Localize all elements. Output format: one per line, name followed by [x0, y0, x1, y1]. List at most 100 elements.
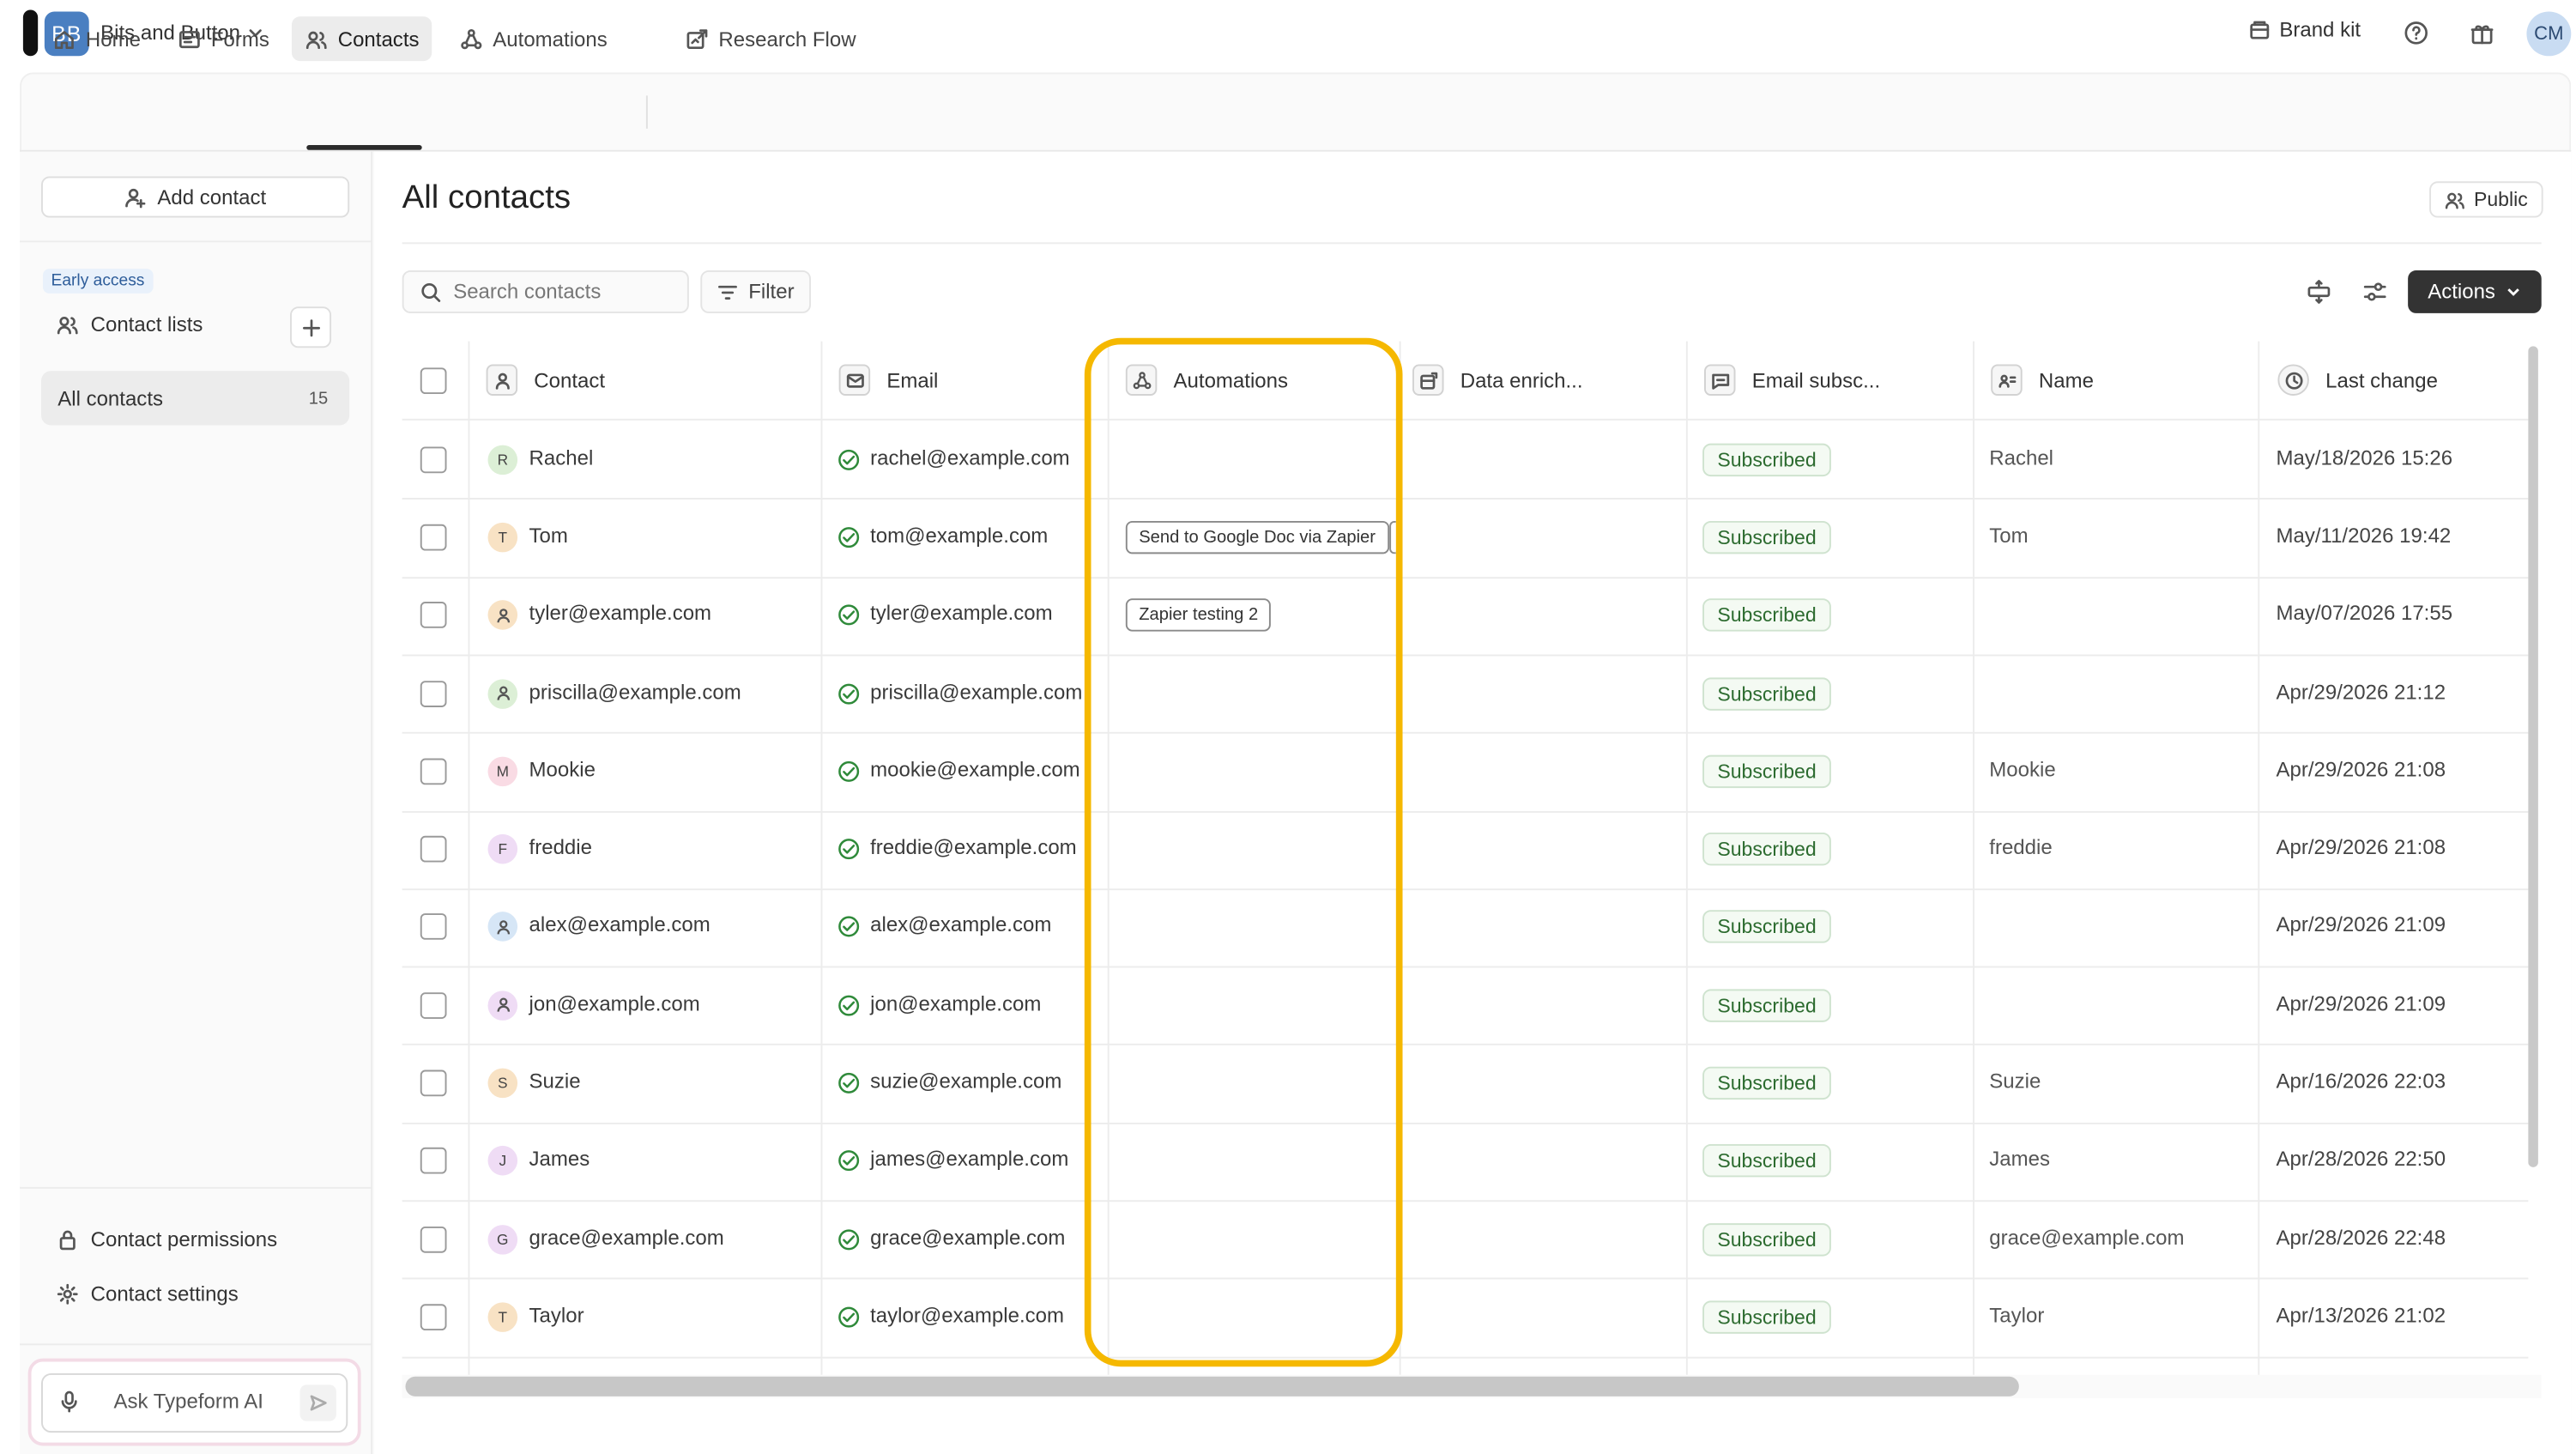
table-row[interactable] [402, 1200, 2529, 1203]
row-height-icon[interactable] [2306, 279, 2332, 306]
send-button[interactable] [299, 1384, 336, 1421]
contact-email: grace@example.com [870, 1226, 1066, 1250]
table-row[interactable] [402, 888, 2529, 890]
person-icon [494, 372, 509, 389]
column-header-last-change[interactable]: Last change [2277, 364, 2438, 396]
table-row[interactable] [402, 498, 2529, 500]
row-checkbox[interactable] [420, 835, 447, 863]
column-header-email[interactable]: Email [838, 364, 938, 396]
tab-home[interactable]: Home [39, 16, 154, 61]
last-change-column-icon-box [2277, 364, 2309, 396]
contact-name[interactable]: Suzie [529, 1070, 581, 1094]
row-checkbox[interactable] [420, 445, 447, 473]
subscription-badge: Subscribed [1702, 1300, 1831, 1334]
table-row[interactable] [402, 1122, 2529, 1124]
vertical-scrollbar[interactable] [2528, 346, 2538, 1167]
contact-name[interactable]: grace@example.com [529, 1226, 724, 1249]
contact-name[interactable]: Taylor [529, 1304, 584, 1327]
name-cell: Tom [1989, 524, 2029, 548]
add-contact-button[interactable]: Add contact [41, 176, 350, 218]
user-avatar[interactable]: CM [2526, 11, 2572, 57]
row-checkbox[interactable] [420, 1148, 447, 1175]
column-label: Email subsc... [1751, 368, 1881, 392]
sidebar-item-all-contacts[interactable]: All contacts 15 [41, 371, 350, 426]
contact-name[interactable]: freddie [529, 836, 592, 859]
tab-automations[interactable]: Automations [447, 16, 621, 61]
contact-name[interactable]: Rachel [529, 446, 594, 470]
row-checkbox[interactable] [420, 913, 447, 941]
brand-kit-icon [2250, 21, 2270, 39]
clock-icon [2284, 371, 2302, 389]
contact-name[interactable]: jon@example.com [529, 992, 700, 1015]
contact-name[interactable]: Mookie [529, 758, 596, 781]
settings-sliders-icon[interactable] [2361, 279, 2388, 306]
contact-email: taylor@example.com [870, 1304, 1064, 1327]
row-checkbox[interactable] [420, 524, 447, 551]
actions-button[interactable]: Actions [2408, 270, 2542, 313]
filter-icon [718, 284, 738, 300]
lock-icon [59, 1230, 76, 1251]
row-checkbox[interactable] [420, 1069, 447, 1097]
gift-icon[interactable] [2469, 20, 2495, 46]
search-icon [421, 282, 441, 301]
table-row[interactable] [402, 654, 2529, 657]
contact-settings-label: Contact settings [90, 1282, 239, 1306]
tab-research-flow[interactable]: Research Flow [673, 16, 869, 61]
typeform-logo[interactable] [22, 9, 39, 57]
column-header-contact[interactable]: Contact [486, 364, 605, 396]
table-row[interactable] [402, 1278, 2529, 1281]
ask-ai-placeholder: Ask Typeform AI [113, 1390, 263, 1414]
all-contacts-count: 15 [308, 388, 329, 409]
row-checkbox[interactable] [420, 1304, 447, 1330]
last-change-cell: Apr/29/2026 21:09 [2276, 913, 2446, 937]
column-header-data-enrichment[interactable]: Data enrich... [1412, 364, 1583, 396]
contact-email: james@example.com [870, 1148, 1069, 1172]
row-checkbox[interactable] [420, 1226, 447, 1252]
filter-button[interactable]: Filter [700, 270, 811, 313]
column-header-email-subscription[interactable]: Email subsc... [1704, 364, 1881, 396]
contact-avatar: M [487, 756, 518, 786]
contact-name[interactable]: tyler@example.com [529, 603, 712, 626]
table-row[interactable] [402, 1044, 2529, 1046]
subscription-badge: Subscribed [1702, 442, 1831, 476]
subscription-badge: Subscribed [1702, 598, 1831, 633]
visibility-button[interactable]: Public [2429, 181, 2543, 218]
all-contacts-label: All contacts [57, 386, 163, 410]
help-icon[interactable] [2403, 20, 2429, 46]
chat-icon [1711, 373, 1729, 389]
tab-research-flow-label: Research Flow [718, 27, 856, 51]
add-contact-list-button[interactable] [290, 306, 332, 348]
verified-check-icon [838, 995, 860, 1016]
verified-check-icon [838, 1072, 860, 1094]
tab-contacts[interactable]: Contacts [291, 16, 432, 62]
automations-column-highlight [1084, 337, 1403, 1367]
contact-name[interactable]: alex@example.com [529, 914, 711, 937]
horizontal-scrollbar[interactable] [405, 1376, 2019, 1396]
column-header-name[interactable]: Name [1991, 364, 2094, 396]
contact-email: tom@example.com [870, 524, 1049, 548]
select-all-checkbox[interactable] [420, 367, 447, 395]
verified-check-icon [838, 839, 860, 860]
contact-settings-link[interactable]: Contact settings [56, 1282, 239, 1306]
contact-name[interactable]: priscilla@example.com [529, 680, 741, 703]
table-row[interactable] [402, 966, 2529, 968]
row-checkbox[interactable] [420, 602, 447, 629]
table-row[interactable] [402, 732, 2529, 735]
microphone-icon[interactable] [59, 1390, 79, 1413]
table-row[interactable] [402, 1355, 2529, 1358]
person-icon [496, 919, 510, 935]
data-enrichment-column-icon-box [1412, 364, 1444, 396]
row-checkbox[interactable] [420, 991, 447, 1019]
row-checkbox[interactable] [420, 680, 447, 707]
contact-lists-heading[interactable]: Contact lists [56, 313, 203, 336]
table-row[interactable] [402, 810, 2529, 812]
contact-name[interactable]: Tom [529, 524, 568, 548]
subscription-badge: Subscribed [1702, 1222, 1831, 1256]
search-input[interactable]: Search contacts [402, 270, 689, 313]
row-checkbox[interactable] [420, 758, 447, 785]
brand-kit-button[interactable]: Brand kit [2248, 18, 2361, 41]
table-row[interactable] [402, 576, 2529, 579]
contact-permissions-link[interactable]: Contact permissions [56, 1228, 277, 1251]
tab-forms[interactable]: Forms [165, 16, 282, 61]
contact-name[interactable]: James [529, 1148, 590, 1172]
